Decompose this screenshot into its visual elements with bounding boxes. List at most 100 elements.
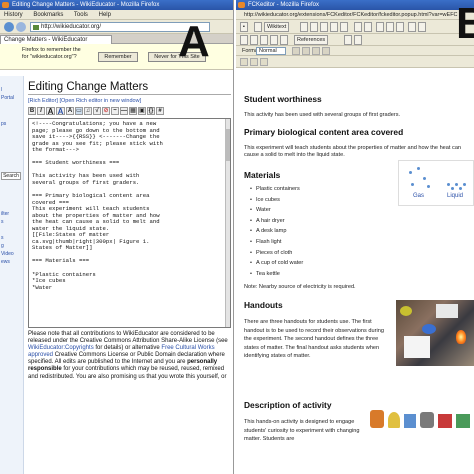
special-char-icon[interactable] [280, 35, 288, 45]
sidebar-item-portal[interactable]: Portal [1, 94, 23, 102]
toolbox-item-1[interactable]: ilter [1, 210, 23, 218]
list-icon[interactable] [408, 22, 416, 32]
main-content: Editing Change Matters [Rich Editor] [Op… [28, 76, 231, 381]
find-icon[interactable] [354, 22, 362, 32]
copyrights-link[interactable]: WikiEducator:Copyrights [28, 345, 94, 351]
signature-icon[interactable]: ~ [111, 107, 119, 115]
editor-titlebar: FCKeditor - Mozilla Firefox [236, 0, 474, 10]
indent-more-icon[interactable] [250, 58, 258, 66]
format-select[interactable]: Normal [256, 47, 286, 55]
toolbox-item-4[interactable]: g [1, 242, 23, 250]
unlink-icon[interactable] [250, 35, 258, 45]
references-button[interactable]: References [294, 35, 329, 45]
signature-icon[interactable] [354, 35, 362, 45]
maximize-icon[interactable] [322, 47, 330, 55]
indent-icon[interactable] [418, 22, 426, 32]
remember-button[interactable]: Remember [98, 52, 138, 62]
link-icon[interactable] [240, 35, 248, 45]
figure-label-gas: Gas [413, 193, 425, 199]
template-icon[interactable] [344, 35, 352, 45]
molecule-dot [447, 183, 450, 186]
cut-icon[interactable] [300, 22, 308, 32]
link-icon[interactable]: A [46, 107, 55, 116]
license-notice: Please note that all contributions to Wi… [28, 331, 231, 381]
gallery-icon[interactable]: ▣ [138, 107, 146, 115]
search-button[interactable]: Search [1, 172, 21, 180]
headline-icon[interactable]: A [66, 107, 74, 115]
nowiki-icon[interactable]: ⊘ [102, 107, 110, 115]
menu-tools[interactable]: Tools [74, 12, 88, 18]
molecule-dot [423, 177, 426, 180]
rich-editor-links[interactable]: [Rich Editor] [Open Rich editor in new w… [28, 98, 231, 104]
underline-icon[interactable] [396, 22, 404, 32]
molecule-dot [451, 187, 454, 190]
heading-student-worthiness: Student worthiness [244, 94, 322, 104]
toolbox-item-news[interactable]: ews [1, 258, 23, 266]
molecule-dot [455, 183, 458, 186]
redo-icon[interactable] [340, 22, 348, 32]
replace-icon[interactable] [364, 22, 372, 32]
redirect-icon[interactable]: # [156, 107, 164, 115]
wikitext-button[interactable]: Wikitext [264, 22, 290, 32]
handout-sheet [436, 304, 458, 318]
font-color-icon[interactable] [292, 47, 300, 55]
align-left-icon[interactable] [260, 58, 268, 66]
states-of-matter-figure[interactable]: Gas Liquid [398, 160, 474, 206]
experiment-photo[interactable] [396, 300, 474, 366]
bold-icon[interactable] [376, 22, 384, 32]
editor-scroll-thumb[interactable] [225, 129, 230, 161]
bold-icon[interactable]: B [28, 107, 36, 115]
sidebar-item-1[interactable]: l [1, 86, 23, 94]
paste-icon[interactable] [320, 22, 328, 32]
address-text: http://wikieducator.org/ [41, 24, 102, 30]
template-icon[interactable]: {} [147, 107, 155, 115]
menu-history[interactable]: History [4, 12, 23, 18]
menu-bookmarks[interactable]: Bookmarks [33, 12, 63, 18]
table-icon[interactable]: ▦ [129, 107, 137, 115]
page-title: Editing Change Matters [28, 81, 231, 95]
notice-text-2: for details) or alternative [93, 345, 162, 352]
math-icon[interactable]: √ [93, 107, 101, 115]
outdent-icon[interactable] [240, 58, 248, 66]
save-icon[interactable]: ▪ [240, 22, 248, 32]
external-link-icon[interactable]: A [56, 107, 65, 116]
checkbox-icon[interactable] [254, 22, 262, 32]
media-icon[interactable]: ♫ [84, 107, 92, 115]
materials-note: Note: Nearby source of electricity is re… [244, 284, 356, 290]
tab-active[interactable]: Change Matters - WikiEducator [0, 35, 112, 44]
toolbox-item-video[interactable]: Video [1, 250, 23, 258]
back-icon[interactable] [4, 22, 14, 32]
window-title: Editing Change Matters - WikiEducator - … [12, 2, 160, 8]
wikitext-editor[interactable]: <!----Congratulations; you have a new pag… [28, 118, 231, 328]
source-icon[interactable] [312, 47, 320, 55]
text-description: This hands-on activity is designed to en… [244, 419, 360, 443]
copy-icon[interactable] [310, 22, 318, 32]
undo-icon[interactable] [330, 22, 338, 32]
editor-address-bar: http://wikieducator.org/extensions/FCKed… [236, 10, 474, 20]
container-shape [422, 324, 436, 334]
italic-icon[interactable] [386, 22, 394, 32]
site-icon [33, 25, 39, 30]
container-shape [400, 306, 412, 316]
materials-list: Plastic containers Ice cubes Water A hai… [250, 184, 303, 279]
toolbox-item-3[interactable]: s [1, 234, 23, 242]
bg-color-icon[interactable] [302, 47, 310, 55]
sidebar-navigation: l Portal ps Search ilter s s g Video ews [0, 76, 24, 474]
notification-text-1: Firefox to remember the [22, 47, 81, 53]
italic-icon[interactable]: I [37, 107, 45, 115]
table-icon[interactable] [270, 35, 278, 45]
panel-a-firefox-window: Editing Change Matters - WikiEducator - … [0, 0, 234, 474]
forward-icon[interactable] [16, 22, 26, 32]
heading-description: Description of activity [244, 400, 332, 410]
hr-icon[interactable]: — [120, 107, 128, 115]
text-primary-content: This experiment will teach students abou… [244, 145, 462, 159]
list-item: Water [250, 205, 303, 216]
sidebar-item-3[interactable]: ps [1, 120, 23, 128]
image-icon[interactable] [260, 35, 268, 45]
toolbox-item-2[interactable]: s [1, 218, 23, 226]
image-icon[interactable]: ▭ [75, 107, 83, 115]
panel-label-b: B [456, 0, 474, 48]
notice-text-1: Please note that all contributions to Wi… [28, 331, 228, 345]
editor-window-title: FCKeditor - Mozilla Firefox [248, 2, 320, 8]
menu-help[interactable]: Help [99, 12, 111, 18]
